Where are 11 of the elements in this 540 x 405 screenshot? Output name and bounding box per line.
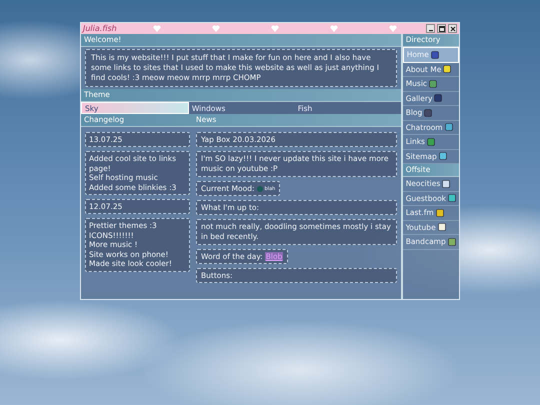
maximize-button[interactable] (437, 24, 446, 33)
heart-icon (212, 25, 220, 32)
minimize-button[interactable] (426, 24, 435, 33)
heart-icon (270, 25, 278, 32)
maximize-icon (438, 26, 444, 32)
window-title: Julia.fish (83, 24, 118, 33)
heart-icon (388, 25, 396, 32)
heart-icon (330, 25, 338, 32)
heart-icon (152, 25, 160, 32)
close-icon (450, 26, 456, 32)
close-button[interactable] (448, 24, 457, 33)
